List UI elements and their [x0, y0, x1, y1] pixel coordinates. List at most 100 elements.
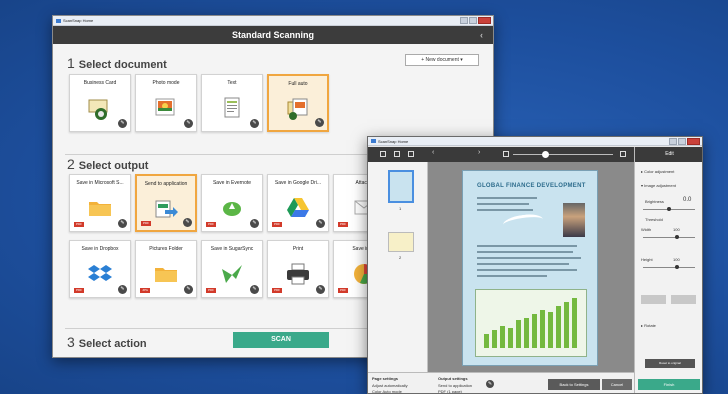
- card-label: Save in Microsoft S...: [76, 180, 124, 186]
- edit-pencil-icon[interactable]: ✎: [184, 285, 193, 294]
- close-button[interactable]: [687, 138, 700, 145]
- page-settings-value-2: Color Auto mode: [372, 389, 402, 394]
- edit-pencil-icon[interactable]: ✎: [250, 285, 259, 294]
- page-thumbnail-2[interactable]: [388, 232, 414, 252]
- minimize-button[interactable]: [460, 17, 468, 24]
- reset-button[interactable]: Reset to original: [645, 359, 695, 368]
- output-card[interactable]: Print PDF ✎: [267, 240, 329, 298]
- height-slider-handle[interactable]: [675, 265, 679, 269]
- folder-icon: [87, 195, 113, 221]
- card-label: Business Card: [83, 80, 117, 86]
- settings-footer: Page settings Adjust automatically Color…: [368, 372, 634, 394]
- edit-pencil-icon[interactable]: ✎: [118, 285, 127, 294]
- sugarsync-icon: [219, 261, 245, 287]
- edit-pencil-icon[interactable]: ✎: [118, 219, 127, 228]
- card-label: Save in Evernote: [212, 180, 252, 186]
- thumbnail-2-label: 2: [399, 255, 402, 260]
- back-to-settings-button[interactable]: Back to Settings: [548, 379, 600, 390]
- maximize-button[interactable]: [469, 17, 477, 24]
- output-settings-label: Output settings: [438, 376, 468, 381]
- text-line: [477, 203, 529, 205]
- color-adjustment-label: Color adjustment: [644, 169, 675, 174]
- scan-button[interactable]: SCAN: [233, 332, 329, 348]
- card-label: Pictures Folder: [149, 246, 183, 252]
- portrait-photo: [563, 203, 585, 237]
- chevron-left-icon[interactable]: ‹: [432, 149, 438, 156]
- format-badge: PDF: [272, 288, 282, 293]
- color-adjustment-toggle[interactable]: ▸ Color adjustment: [641, 169, 674, 174]
- document-type-card[interactable]: Full auto ✎: [267, 74, 329, 132]
- zoom-in-icon[interactable]: [620, 151, 626, 157]
- brightness-value: 0.0: [683, 197, 692, 203]
- output-card[interactable]: Save in Google Dri... PDF ✎: [267, 174, 329, 232]
- edit-pencil-icon[interactable]: ✎: [315, 118, 324, 127]
- height-slider[interactable]: [643, 267, 695, 268]
- output-card[interactable]: Pictures Folder JPG ✎: [135, 240, 197, 298]
- thumbnail-1-label: 1: [399, 206, 402, 211]
- edit-pencil-icon[interactable]: ✎: [184, 119, 193, 128]
- document-title: GLOBAL FINANCE DEVELOPMENT: [477, 183, 586, 189]
- format-badge: PDF: [141, 221, 151, 226]
- chevron-right-icon[interactable]: ›: [478, 149, 484, 156]
- folder-icon: [153, 261, 179, 287]
- width-slider-handle[interactable]: [675, 235, 679, 239]
- header-title: Standard Scanning: [231, 30, 314, 40]
- scan-viewer-window: ScanSnap Home ‹ › Edit ▸ Color adjustmen…: [367, 136, 703, 394]
- rotate-toggle[interactable]: ▸ Rotate: [641, 323, 656, 328]
- edit-pencil-icon[interactable]: ✎: [486, 380, 494, 388]
- output-card[interactable]: Save in Evernote PDF ✎: [201, 174, 263, 232]
- output-card[interactable]: Save in Dropbox PDF ✎: [69, 240, 131, 298]
- minimize-button[interactable]: [669, 138, 677, 145]
- brightness-slider-handle[interactable]: [667, 207, 671, 211]
- scanned-page: GLOBAL FINANCE DEVELOPMENT: [462, 170, 598, 366]
- grid-view-icon[interactable]: [380, 151, 386, 157]
- page-view-icon[interactable]: [408, 151, 414, 157]
- edit-pencil-icon[interactable]: ✎: [250, 219, 259, 228]
- edit-pencil-icon[interactable]: ✎: [316, 219, 325, 228]
- send-to-app-icon: [153, 196, 179, 222]
- card-label: Photo mode: [152, 80, 180, 86]
- finish-button[interactable]: Finish: [638, 379, 700, 390]
- image-adjustment-toggle[interactable]: ▾ Image adjustment: [641, 183, 676, 188]
- edit-pencil-icon[interactable]: ✎: [183, 218, 192, 227]
- close-button[interactable]: [478, 17, 491, 24]
- document-type-card[interactable]: Business Card ✎: [69, 74, 131, 132]
- zoom-slider-handle[interactable]: [542, 151, 549, 158]
- fit-page-icon[interactable]: [503, 151, 509, 157]
- window1-titlebar: ScanSnap Home: [53, 16, 493, 26]
- maximize-button[interactable]: [678, 138, 686, 145]
- page-thumbnail-1[interactable]: [388, 170, 414, 203]
- section-title: Select document: [78, 59, 167, 71]
- width-slider[interactable]: [643, 237, 695, 238]
- format-badge: PDF: [74, 222, 84, 227]
- apply-button[interactable]: [641, 295, 666, 304]
- output-card[interactable]: Save in Microsoft S... PDF ✎: [69, 174, 131, 232]
- app-icon: [56, 19, 61, 23]
- evernote-icon: [219, 195, 245, 221]
- text-line: [477, 245, 577, 247]
- rotate-label: Rotate: [644, 323, 656, 328]
- document-type-card[interactable]: Text ✎: [201, 74, 263, 132]
- chevron-left-icon[interactable]: ‹: [480, 26, 483, 44]
- edit-pencil-icon[interactable]: ✎: [316, 285, 325, 294]
- edit-pencil-icon[interactable]: ✎: [118, 119, 127, 128]
- standard-scanning-header: Standard Scanning ‹: [53, 26, 493, 44]
- cancel-button[interactable]: Cancel: [602, 379, 632, 390]
- card-label: Save in SugarSync: [210, 246, 254, 252]
- window1-title: ScanSnap Home: [63, 18, 94, 23]
- document-type-card[interactable]: Photo mode ✎: [135, 74, 197, 132]
- text-document-icon: [219, 95, 245, 121]
- zoom-slider[interactable]: [513, 154, 613, 155]
- business-card-icon: [87, 95, 113, 121]
- output-card[interactable]: Save in SugarSync PDF ✎: [201, 240, 263, 298]
- undo-button[interactable]: [671, 295, 696, 304]
- new-document-button[interactable]: + New document ▾: [405, 54, 479, 66]
- format-badge: PDF: [338, 222, 348, 227]
- format-badge: JPG: [140, 288, 150, 293]
- edit-pencil-icon[interactable]: ✎: [250, 119, 259, 128]
- list-view-icon[interactable]: [394, 151, 400, 157]
- bar-chart-graphic: [475, 289, 587, 357]
- card-label: Print: [292, 246, 304, 252]
- output-card[interactable]: Send to application PDF ✎: [135, 174, 197, 232]
- brightness-label: Brightness: [645, 199, 664, 204]
